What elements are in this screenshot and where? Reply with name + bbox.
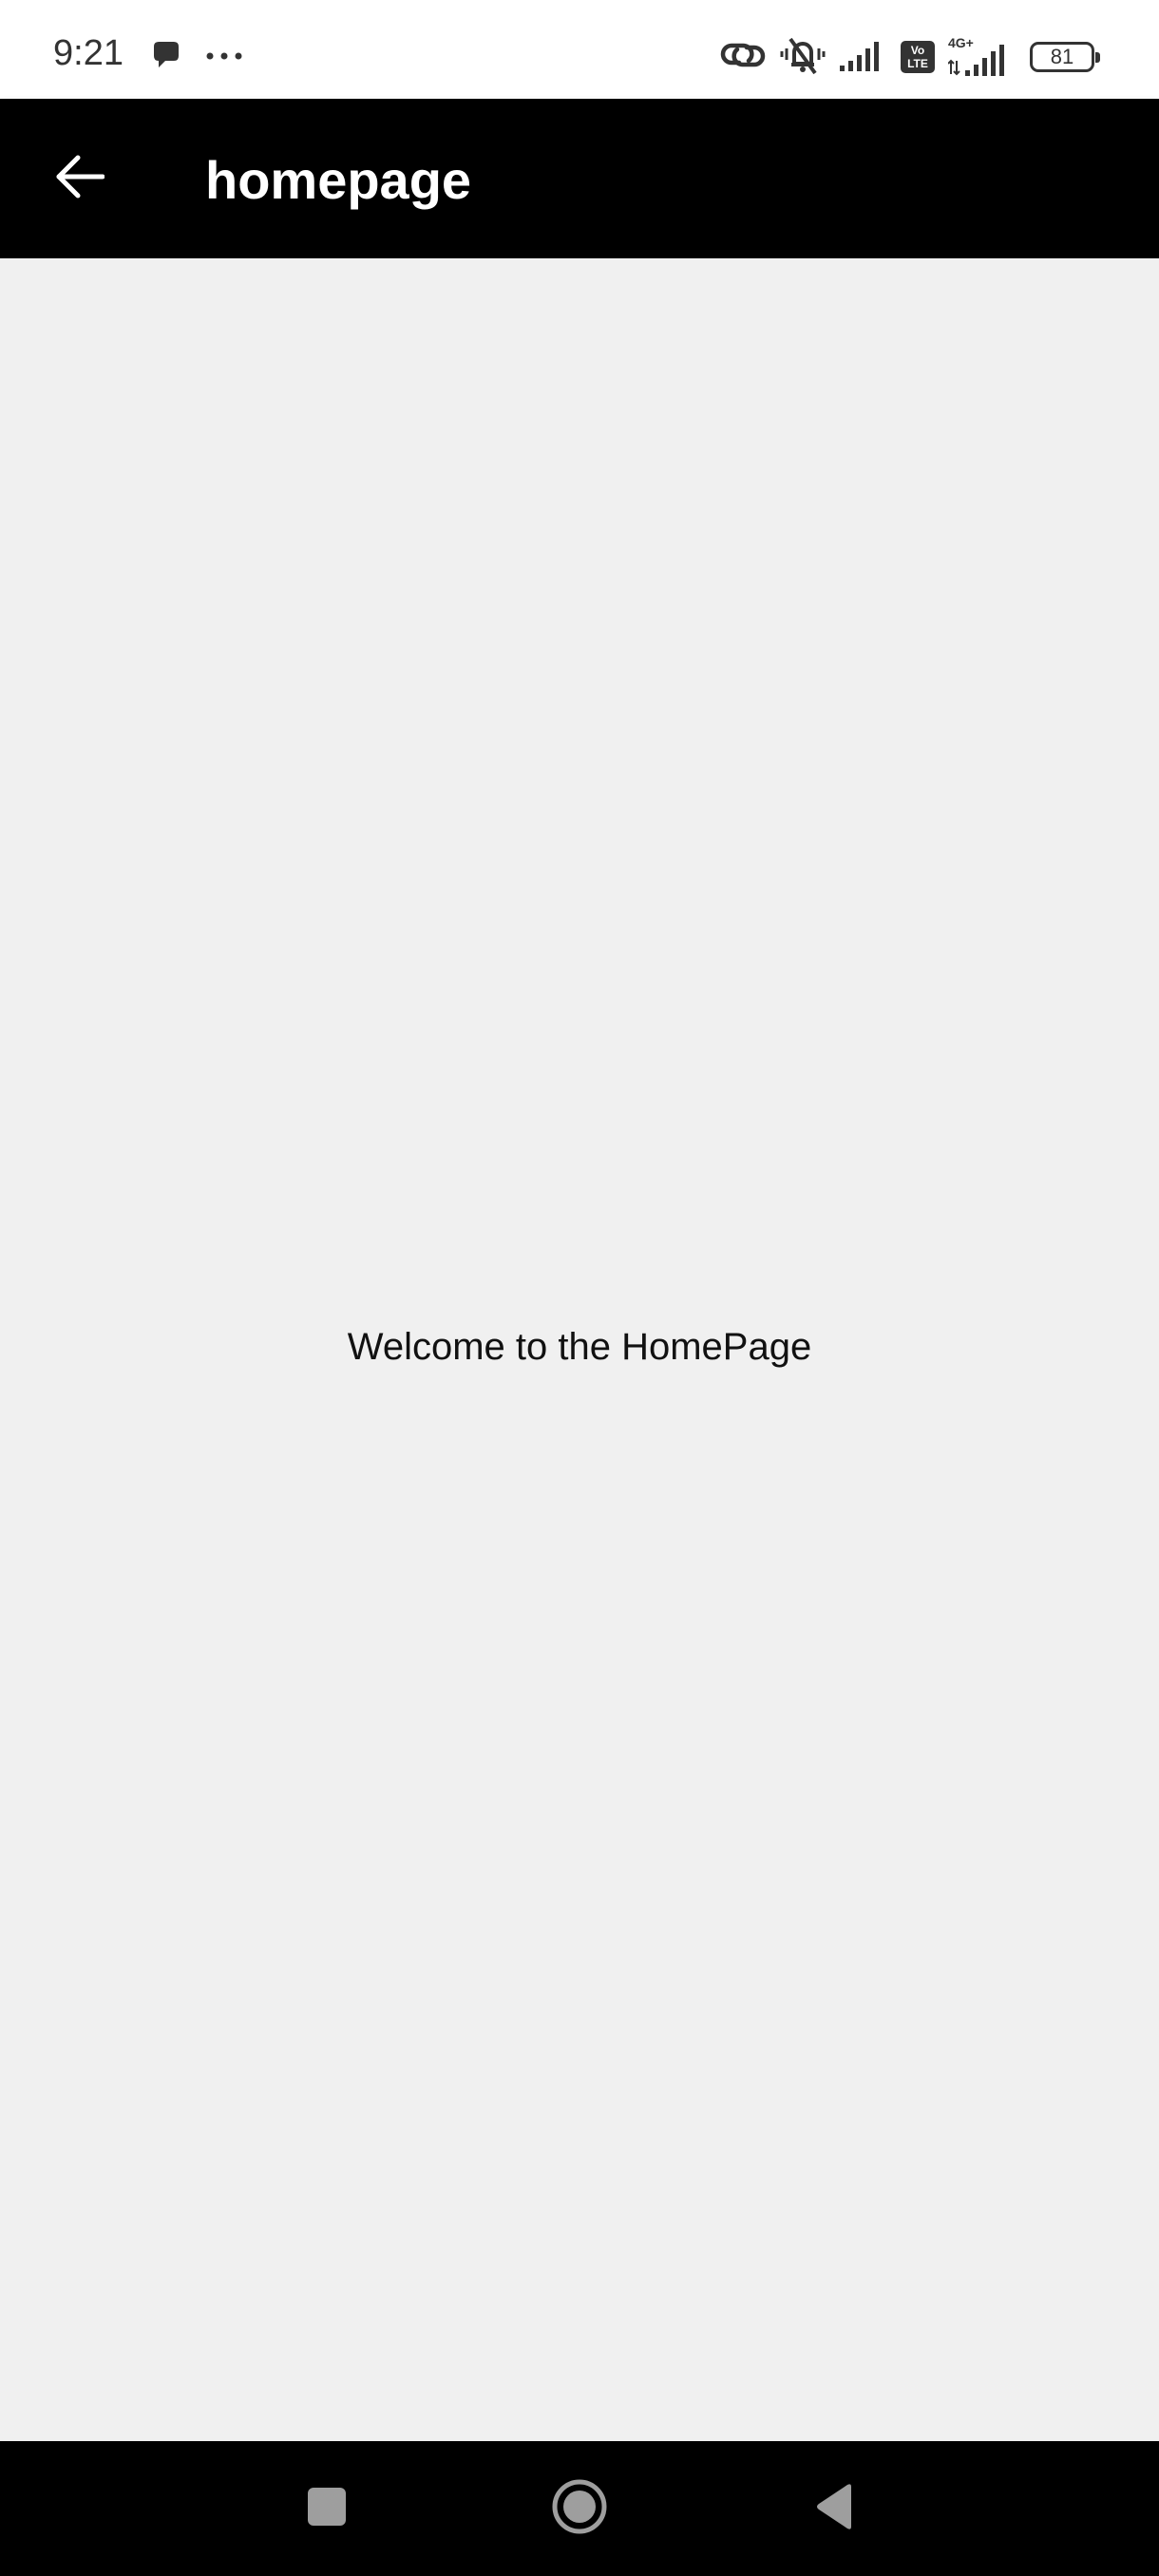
battery-icon: 81 — [1030, 42, 1100, 72]
main-content: Welcome to the HomePage — [0, 258, 1159, 2441]
back-triangle-icon — [813, 2483, 855, 2535]
home-icon — [551, 2478, 608, 2540]
recent-apps-button[interactable] — [285, 2467, 369, 2550]
volte-line1: Vo — [910, 44, 925, 57]
volte-icon: Vo LTE — [901, 41, 935, 73]
status-bar: 9:21 Vo LTE 4G+ 81 — [0, 0, 1159, 99]
app-bar: homepage — [0, 99, 1159, 258]
status-system-icons: Vo LTE 4G+ 81 — [720, 34, 1100, 80]
home-button[interactable] — [538, 2467, 621, 2550]
arrow-left-icon — [55, 155, 105, 203]
link-icon — [720, 38, 766, 77]
status-time: 9:21 — [53, 33, 124, 73]
volte-line2: LTE — [907, 57, 928, 70]
vibrate-mute-icon — [779, 35, 826, 80]
system-nav-bar — [0, 2441, 1159, 2576]
message-icon — [150, 39, 182, 76]
welcome-message: Welcome to the HomePage — [347, 1326, 812, 1368]
recent-apps-icon — [306, 2486, 348, 2532]
status-notification-icons — [150, 36, 243, 78]
back-button[interactable] — [40, 139, 120, 218]
signal-icon — [840, 39, 887, 76]
page-title: homepage — [205, 150, 472, 210]
battery-level: 81 — [1050, 45, 1074, 68]
back-nav-button[interactable] — [792, 2467, 876, 2550]
signal-4g-icon: 4G+ — [948, 36, 1016, 76]
more-dots-icon — [205, 48, 243, 66]
